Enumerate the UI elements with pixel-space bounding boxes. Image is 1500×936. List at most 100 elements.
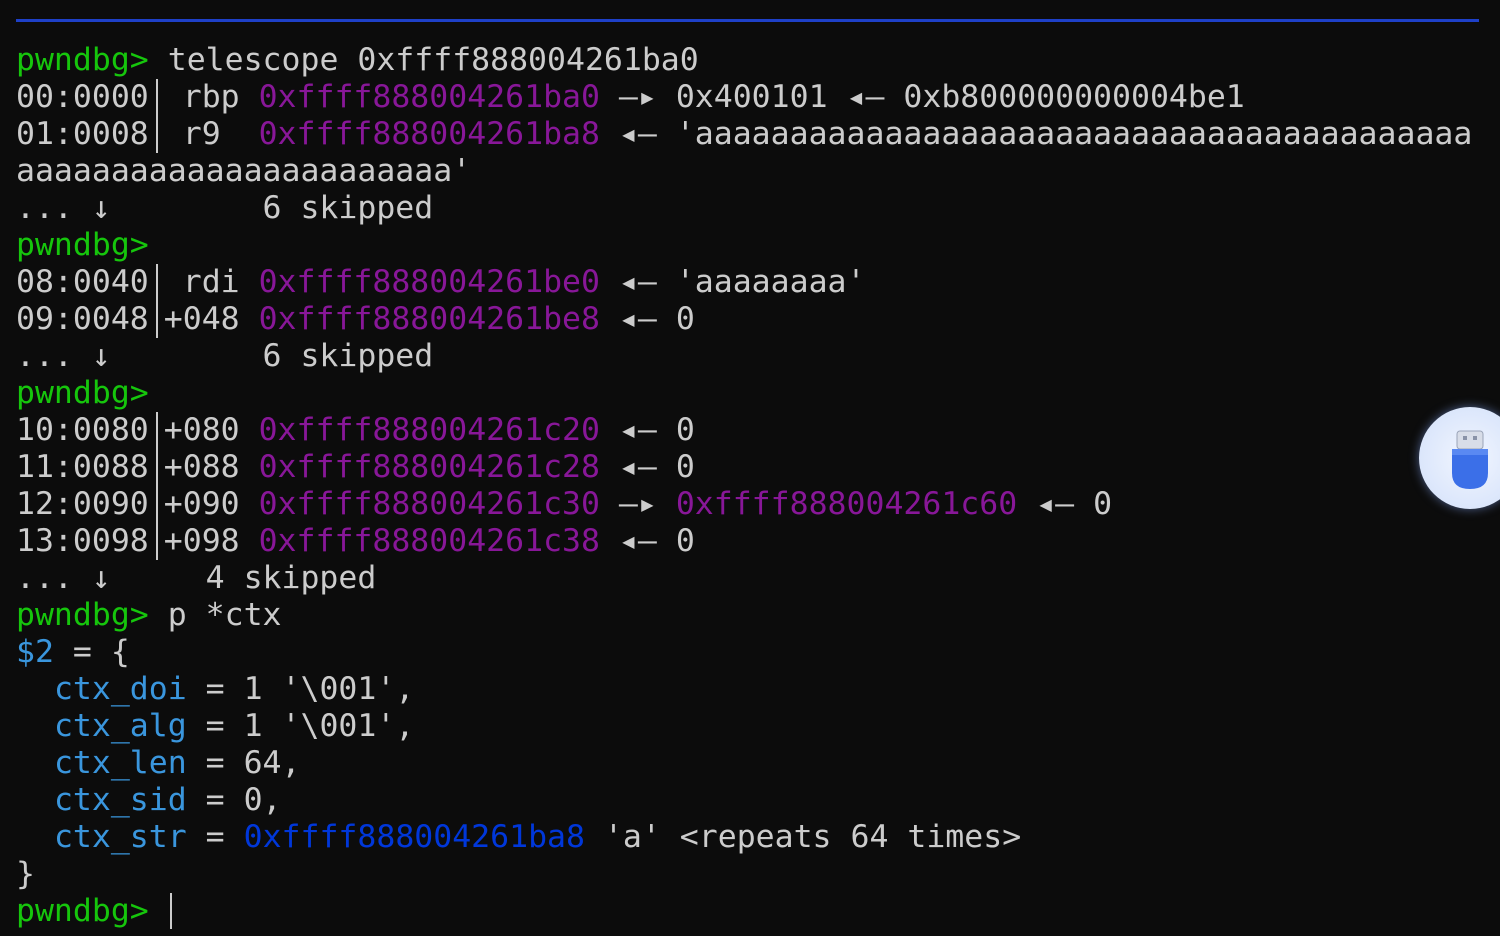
field-value: = 1 '\001',	[186, 671, 415, 707]
row-value: 0	[675, 523, 695, 559]
row-register: rdi	[163, 264, 259, 300]
skipped-text: ... ↓ 6 skipped	[16, 190, 434, 226]
row-arrow: ◂—	[827, 79, 904, 115]
field-name: ctx_len	[53, 745, 187, 781]
stack-row: 08:0040 rdi 0xffff888004261be0 ◂— 'aaaaa…	[16, 264, 865, 301]
skipped-text: ... ↓ 6 skipped	[16, 338, 434, 374]
row-register: +088	[163, 449, 259, 485]
skipped-line: ... ↓ 4 skipped	[16, 560, 376, 597]
row-address: 0xffff888004261ba0	[258, 79, 600, 115]
row-arrow: ◂—	[599, 449, 676, 485]
struct-field: ctx_doi = 1 '\001',	[16, 671, 414, 708]
command-line-print: pwndbg> p *ctx	[16, 597, 282, 634]
row-arrow: ◂—	[599, 412, 676, 448]
result-variable: $2	[16, 634, 54, 670]
row-divider	[155, 301, 158, 338]
field-value: = 64,	[186, 745, 301, 781]
row-index: 09:0048	[16, 301, 149, 337]
prompt: pwndbg>	[16, 227, 149, 263]
row-divider	[155, 449, 158, 486]
result-close: }	[16, 856, 35, 893]
command-text: telescope 0xffff888004261ba0	[148, 42, 699, 78]
row-divider	[155, 412, 158, 449]
stack-row: 11:0088 +088 0xffff888004261c28 ◂— 0	[16, 449, 695, 486]
row-register: +090	[163, 486, 259, 522]
row-index: 00:0000	[16, 79, 149, 115]
row-value: 0x400101	[675, 79, 828, 115]
row-index: 11:0088	[16, 449, 149, 485]
result-brace-open: = {	[53, 634, 130, 670]
struct-field: ctx_sid = 0,	[16, 782, 282, 819]
field-value: = 1 '\001',	[186, 708, 415, 744]
struct-field: ctx_alg = 1 '\001',	[16, 708, 414, 745]
terminal-window[interactable]: pwndbg> telescope 0xffff888004261ba0 00:…	[0, 0, 1500, 936]
usb-drive-icon	[1452, 430, 1488, 489]
row-value: 0	[1093, 486, 1113, 522]
command-line-telescope: pwndbg> telescope 0xffff888004261ba0	[16, 42, 699, 79]
row-register: r9	[163, 116, 259, 152]
input-line[interactable]: pwndbg>	[16, 893, 172, 930]
top-divider	[16, 19, 1479, 22]
prompt-line: pwndbg>	[16, 227, 149, 264]
row-address: 0xffff888004261be0	[258, 264, 600, 300]
usb-drive-widget[interactable]	[1419, 407, 1500, 509]
row-arrow: ◂—	[599, 264, 676, 300]
row-address: 0xffff888004261c30	[258, 486, 600, 522]
row-register: +098	[163, 523, 259, 559]
stack-row: 01:0008 r9 0xffff888004261ba8 ◂— 'aaaaaa…	[16, 116, 1472, 153]
row-divider	[155, 79, 158, 116]
command-text: p *ctx	[148, 597, 282, 633]
prompt: pwndbg>	[16, 42, 149, 78]
row-address: 0xffff888004261c38	[258, 523, 600, 559]
stack-row: 00:0000 rbp 0xffff888004261ba0 —▸ 0x4001…	[16, 79, 1245, 116]
row-arrow: —▸	[599, 79, 676, 115]
row-value: 0xb800000000004be1	[903, 79, 1245, 115]
row-register: +080	[163, 412, 259, 448]
result-brace-close: }	[16, 856, 35, 892]
field-value: 'a' <repeats 64 times>	[584, 819, 1022, 855]
row-value: 0	[675, 301, 695, 337]
result-open: $2 = {	[16, 634, 130, 671]
field-pointer: 0xffff888004261ba8	[243, 819, 585, 855]
field-name: ctx_doi	[53, 671, 187, 707]
row-divider	[155, 116, 158, 153]
struct-field: ctx_str = 0xffff888004261ba8 'a' <repeat…	[16, 819, 1021, 856]
row-value-continued: aaaaaaaaaaaaaaaaaaaaaaa'	[16, 153, 472, 189]
row-value: 0	[675, 412, 695, 448]
row-index: 10:0080	[16, 412, 149, 448]
field-name: ctx_str	[53, 819, 187, 855]
stack-row: 13:0098 +098 0xffff888004261c38 ◂— 0	[16, 523, 695, 560]
stack-row: 10:0080 +080 0xffff888004261c20 ◂— 0	[16, 412, 695, 449]
row-arrow: —▸	[599, 486, 676, 522]
row-address: 0xffff888004261ba8	[258, 116, 600, 152]
prompt: pwndbg>	[16, 375, 149, 411]
row-register: +048	[163, 301, 259, 337]
row-divider	[155, 264, 158, 301]
row-pointed-address: 0xffff888004261c60	[675, 486, 1018, 522]
field-name: ctx_sid	[53, 782, 187, 818]
skipped-text: ... ↓ 4 skipped	[16, 560, 377, 596]
row-register: rbp	[163, 79, 259, 115]
field-equals: =	[186, 819, 244, 855]
row-divider	[155, 486, 158, 523]
row-index: 12:0090	[16, 486, 149, 522]
field-name: ctx_alg	[53, 708, 187, 744]
row-address: 0xffff888004261be8	[258, 301, 600, 337]
row-value: 'aaaaaaaa'	[675, 264, 866, 300]
text-cursor	[169, 893, 172, 929]
prompt: pwndbg>	[16, 893, 149, 929]
prompt-line: pwndbg>	[16, 375, 149, 412]
row-arrow: ◂—	[599, 116, 676, 152]
row-address: 0xffff888004261c20	[258, 412, 600, 448]
skipped-line: ... ↓ 6 skipped	[16, 338, 433, 375]
row-value: 'aaaaaaaaaaaaaaaaaaaaaaaaaaaaaaaaaaaaaaa…	[675, 116, 1473, 152]
prompt: pwndbg>	[16, 597, 149, 633]
row-divider	[155, 523, 158, 560]
stack-row: 12:0090 +090 0xffff888004261c30 —▸ 0xffff…	[16, 486, 1112, 523]
row-index: 08:0040	[16, 264, 149, 300]
row-index: 01:0008	[16, 116, 149, 152]
row-value: 0	[675, 449, 695, 485]
row-arrow: ◂—	[599, 523, 676, 559]
struct-field: ctx_len = 64,	[16, 745, 301, 782]
row-address: 0xffff888004261c28	[258, 449, 600, 485]
